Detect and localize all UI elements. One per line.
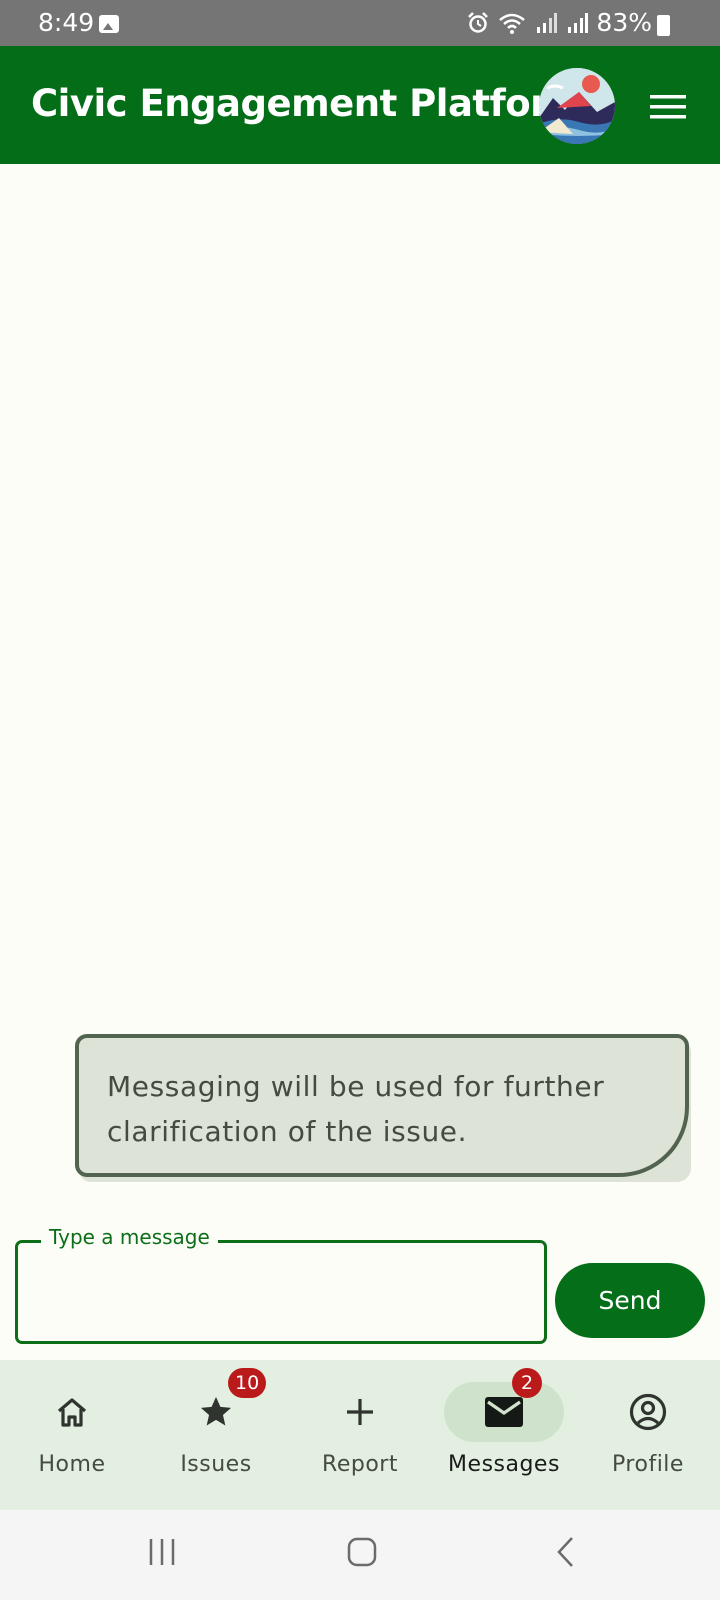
battery-icon <box>657 15 670 36</box>
message-bubble: Messaging will be used for further clari… <box>75 1034 689 1177</box>
battery-percent: 83% <box>596 8 652 37</box>
chat-area: Messaging will be used for further clari… <box>0 164 720 1194</box>
account-circle-icon <box>629 1393 667 1431</box>
nav-item-profile[interactable]: Profile <box>576 1360 720 1510</box>
home-icon <box>57 1398 87 1427</box>
message-input-label: Type a message <box>41 1225 218 1249</box>
status-icons <box>467 12 588 34</box>
recent-apps-icon[interactable] <box>146 1536 178 1568</box>
avatar[interactable] <box>539 68 615 144</box>
status-bar: 8:49 83% <box>0 0 720 46</box>
nav-label: Issues <box>180 1452 252 1477</box>
message-text: Messaging will be used for further clari… <box>107 1070 605 1148</box>
nav-label: Profile <box>612 1452 684 1477</box>
app-bar: Civic Engagement Platform <box>0 46 720 164</box>
nav-item-report[interactable]: Report <box>288 1360 432 1510</box>
nav-item-issues[interactable]: 10 Issues <box>144 1360 288 1510</box>
mail-icon <box>485 1397 523 1427</box>
issues-badge: 10 <box>228 1368 267 1398</box>
alarm-icon <box>468 12 488 33</box>
page-title: Civic Engagement Platform <box>31 82 586 125</box>
messages-badge: 2 <box>512 1368 542 1398</box>
send-button[interactable]: Send <box>555 1263 705 1338</box>
wifi-icon <box>499 13 525 34</box>
status-time: 8:49 <box>38 8 95 37</box>
home-button-icon[interactable] <box>346 1536 378 1568</box>
nav-item-messages[interactable]: 2 Messages <box>432 1360 576 1510</box>
plus-icon <box>347 1399 373 1425</box>
system-nav-bar <box>0 1510 720 1600</box>
back-icon[interactable] <box>550 1536 582 1568</box>
star-icon <box>200 1396 232 1426</box>
image-icon <box>99 15 119 33</box>
nav-label: Report <box>322 1452 398 1477</box>
message-input[interactable]: Type a message <box>15 1225 547 1344</box>
nav-label: Home <box>38 1452 106 1477</box>
signal-icon <box>537 13 557 33</box>
bottom-nav: Home 10 Issues Report 2 Messages Profile <box>0 1360 720 1510</box>
landscape-avatar-icon <box>539 68 615 144</box>
menu-icon[interactable] <box>648 92 688 122</box>
nav-label: Messages <box>448 1452 560 1477</box>
signal-icon <box>568 13 588 33</box>
nav-item-home[interactable]: Home <box>0 1360 144 1510</box>
